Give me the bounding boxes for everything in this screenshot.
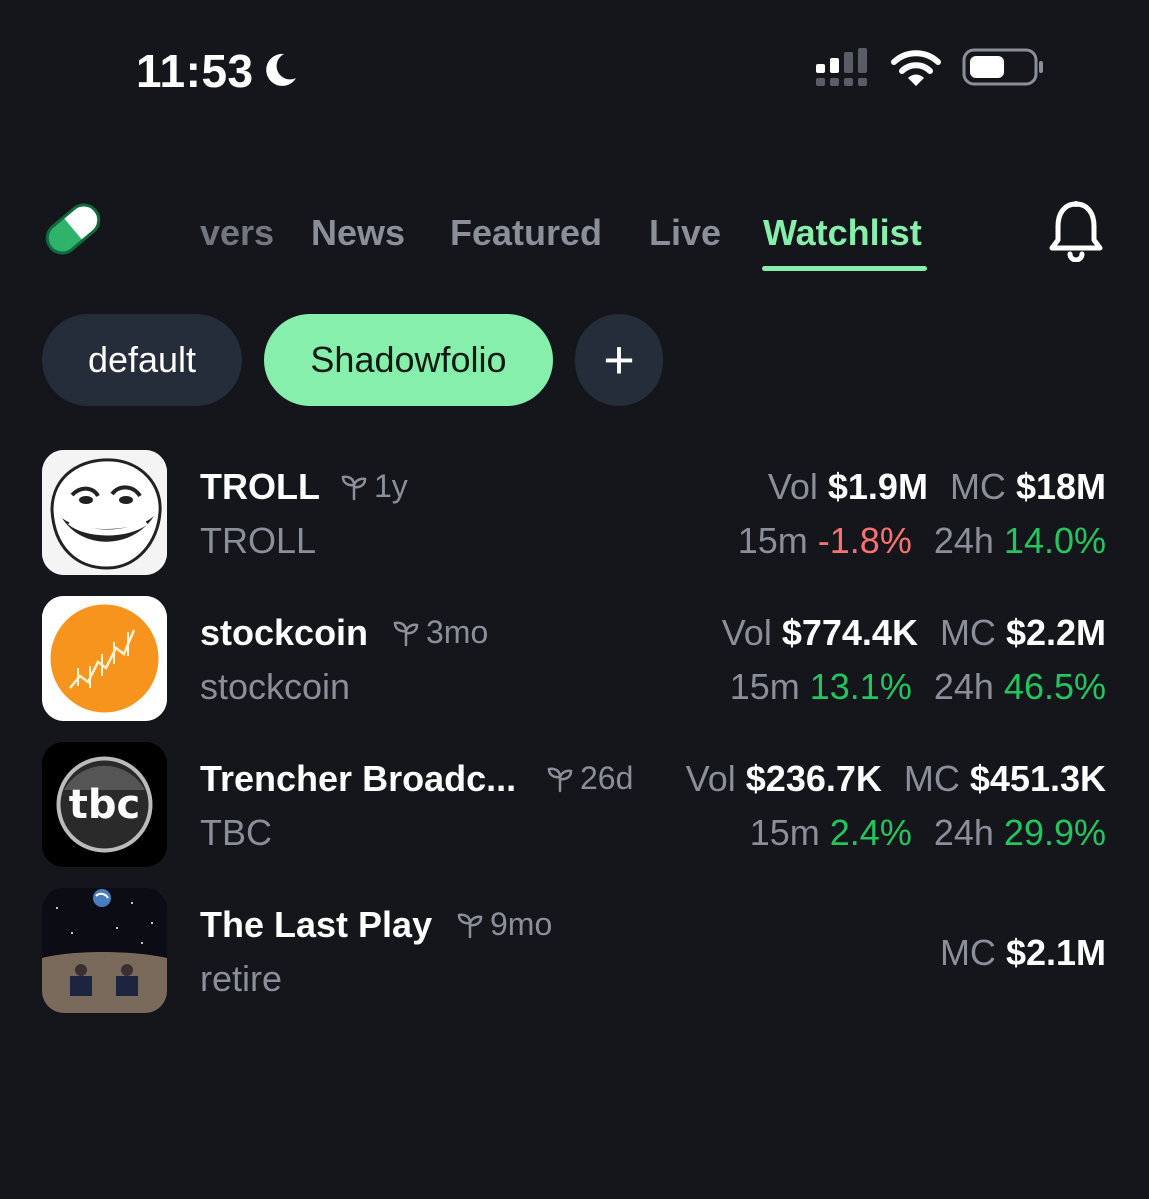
token-name: TROLL: [200, 466, 320, 507]
sprout-icon: [547, 767, 573, 792]
token-symbol: stockcoin: [200, 666, 351, 707]
token-volume-mc: MC $2.1M: [940, 932, 1106, 974]
token-age-value: 9mo: [490, 906, 553, 942]
plus-icon: +: [603, 330, 635, 390]
token-row[interactable]: tbc Trencher Broadc... 26d TBC Vol $236.7…: [0, 742, 1149, 872]
tab-watchlist[interactable]: Watchlist: [763, 212, 922, 254]
mc-label: MC: [903, 758, 960, 799]
token-avatar-last-play: [42, 888, 167, 1013]
change-24h-label: 24h: [933, 666, 994, 707]
change-15m-value: 13.1%: [809, 666, 912, 707]
status-time: 11:53: [136, 45, 254, 97]
mc-label: MC: [939, 932, 996, 973]
battery-icon: [962, 48, 1043, 86]
pill-logo-icon[interactable]: [40, 196, 106, 262]
signal-icon: [816, 48, 867, 86]
token-name: The Last Play: [200, 904, 433, 945]
token-age: 9mo: [456, 906, 552, 943]
watchlist-chip-shadowfolio[interactable]: Shadowfolio: [264, 314, 553, 406]
token-changes: 15m 2.4% 24h 29.9%: [750, 812, 1106, 854]
sprout-icon: [341, 475, 367, 500]
mc-value: $18M: [1015, 466, 1106, 507]
tab-movers[interactable]: vers: [200, 212, 274, 254]
change-15m-value: -1.8%: [817, 520, 912, 561]
token-volume-mc: Vol $236.7K MC $451.3K: [686, 758, 1106, 800]
vol-value: $236.7K: [745, 758, 882, 799]
change-24h-value: 14.0%: [1003, 520, 1106, 561]
token-row[interactable]: TROLL 1y TROLL Vol $1.9M MC $18M 15m -1.8% 24…: [0, 450, 1149, 580]
token-avatar-tbc: tbc: [42, 742, 167, 867]
token-age: 26d: [546, 760, 633, 797]
vol-value: $774.4K: [781, 612, 918, 653]
vol-label: Vol: [767, 466, 818, 507]
token-avatar-troll: [42, 450, 167, 575]
token-changes: 15m -1.8% 24h 14.0%: [738, 520, 1106, 562]
tab-live[interactable]: Live: [649, 212, 721, 254]
change-15m-label: 15m: [737, 520, 808, 561]
change-24h-value: 29.9%: [1003, 812, 1106, 853]
sprout-icon: [457, 913, 483, 938]
mc-label: MC: [949, 466, 1006, 507]
change-24h-label: 24h: [933, 812, 994, 853]
change-15m-value: 2.4%: [829, 812, 912, 853]
token-row[interactable]: The Last Play 9mo retire MC $2.1M: [0, 888, 1149, 1018]
active-tab-indicator: [762, 266, 927, 271]
token-volume-mc: Vol $1.9M MC $18M: [768, 466, 1106, 508]
change-15m-label: 15m: [749, 812, 820, 853]
token-name: stockcoin: [200, 612, 369, 653]
vol-value: $1.9M: [827, 466, 928, 507]
token-age: 1y: [340, 468, 408, 505]
tab-featured[interactable]: Featured: [450, 212, 602, 254]
moon-icon: [266, 53, 296, 86]
token-symbol: TROLL: [200, 520, 317, 561]
mc-value: $2.2M: [1005, 612, 1106, 653]
token-age-value: 3mo: [426, 614, 489, 650]
token-row[interactable]: stockcoin 3mo stockcoin Vol $774.4K MC $2.2…: [0, 596, 1149, 726]
svg-text:tbc: tbc: [69, 782, 140, 828]
token-symbol: retire: [200, 958, 283, 999]
tab-news[interactable]: News: [311, 212, 405, 254]
mc-value: $451.3K: [969, 758, 1106, 799]
vol-label: Vol: [685, 758, 736, 799]
sprout-icon: [393, 621, 419, 646]
vol-label: Vol: [721, 612, 772, 653]
mc-value: $2.1M: [1005, 932, 1106, 973]
change-15m-label: 15m: [729, 666, 800, 707]
change-24h-label: 24h: [933, 520, 994, 561]
token-age-value: 26d: [580, 760, 634, 796]
token-avatar-stockcoin: [42, 596, 167, 721]
token-age: 3mo: [392, 614, 488, 651]
token-age-value: 1y: [374, 468, 408, 504]
change-24h-value: 46.5%: [1003, 666, 1106, 707]
watchlist-chip-default[interactable]: default: [42, 314, 242, 406]
bell-icon[interactable]: [1048, 200, 1104, 262]
token-symbol: TBC: [200, 812, 272, 853]
add-watchlist-button[interactable]: +: [575, 314, 663, 406]
wifi-icon: [891, 50, 941, 86]
mc-label: MC: [939, 612, 996, 653]
token-name: Trencher Broadc...: [200, 758, 517, 799]
token-changes: 15m 13.1% 24h 46.5%: [730, 666, 1106, 708]
token-volume-mc: Vol $774.4K MC $2.2M: [722, 612, 1106, 654]
